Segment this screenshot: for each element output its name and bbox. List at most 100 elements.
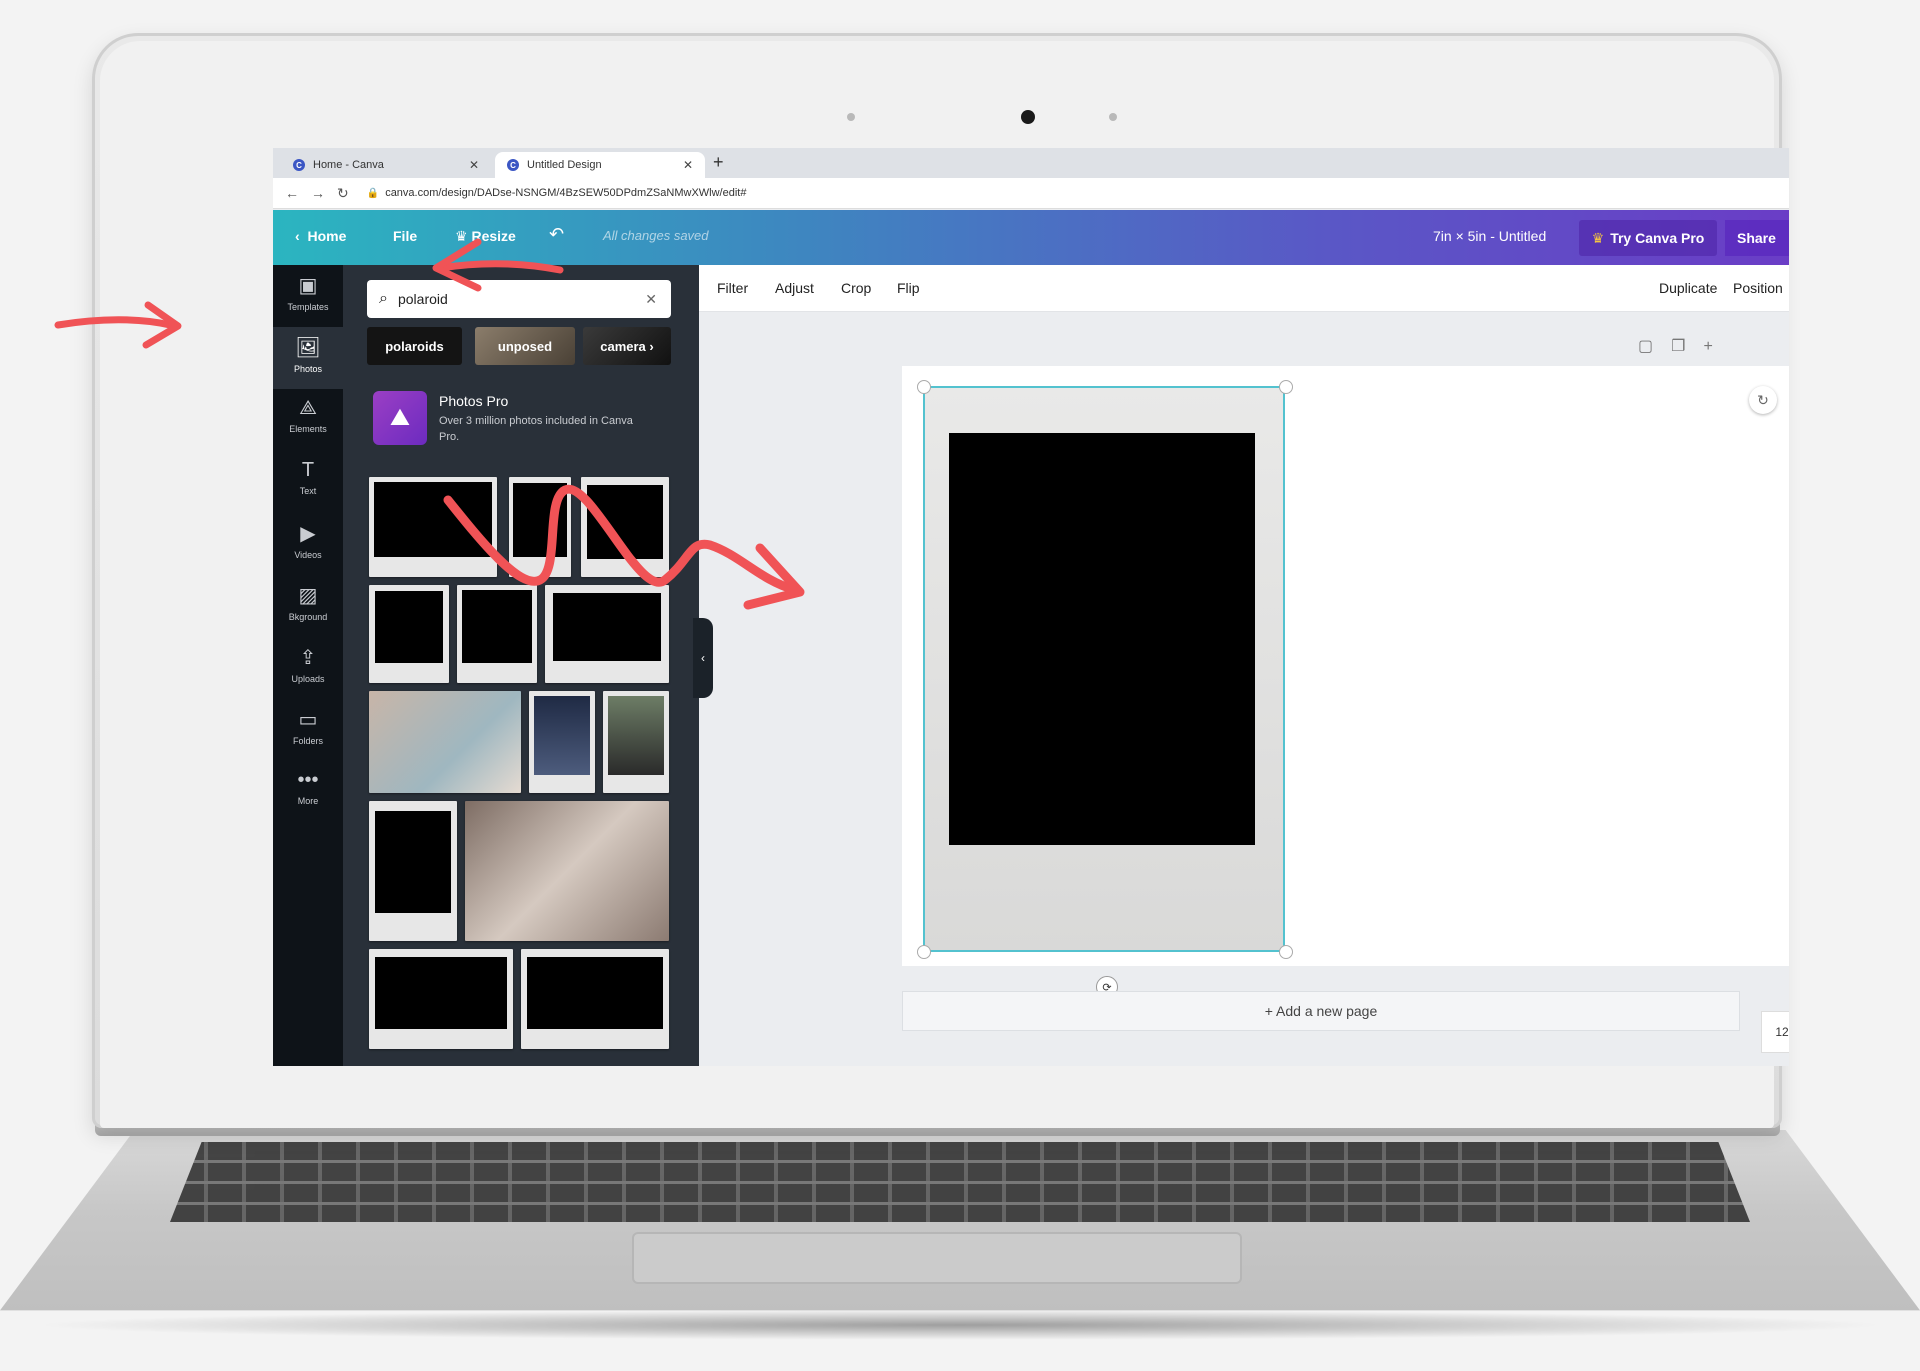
upload-icon: ⇪ — [299, 647, 317, 669]
rail-label: More — [297, 796, 319, 806]
design-dimensions-title[interactable]: 7in × 5in - Untitled — [1433, 228, 1546, 244]
image-icon: ⛰ — [373, 391, 427, 445]
close-tab-icon[interactable]: ✕ — [469, 158, 479, 172]
flip-button[interactable]: Flip — [897, 280, 920, 296]
search-value[interactable]: polaroid — [398, 291, 448, 307]
chip-camera[interactable]: camera › — [583, 327, 671, 365]
browser-nav-icons[interactable]: ←→↻ — [285, 185, 361, 202]
canva-favicon-icon: C — [507, 159, 519, 171]
laptop-keyboard — [170, 1142, 1750, 1222]
webcam-icon — [1021, 110, 1035, 124]
background-icon: ▨ — [298, 585, 318, 607]
url-text[interactable]: canva.com/design/DADse-NSNGM/4BzSEW50DPd… — [385, 187, 746, 199]
folder-icon: ▭ — [298, 709, 318, 731]
polaroid-photo-area — [949, 433, 1255, 845]
rail-item-uploads[interactable]: ⇪ Uploads — [273, 637, 343, 699]
rail-label: Elements — [289, 424, 327, 434]
photos-pro-promo[interactable]: ⛰ Photos Pro Over 3 million photos inclu… — [373, 391, 669, 451]
address-bar[interactable]: ←→↻ 🔒 canva.com/design/DADse-NSNGM/4BzSE… — [273, 178, 1789, 209]
rail-item-templates[interactable]: ▣ Templates — [273, 265, 343, 327]
new-tab-icon[interactable]: + — [713, 152, 724, 173]
polaroid-frame-element[interactable] — [923, 386, 1285, 952]
tab-label: Untitled Design — [527, 159, 602, 171]
photo-result[interactable] — [603, 691, 669, 793]
browser-tab-home[interactable]: C Home - Canva ✕ — [281, 152, 491, 178]
rail-label: Bkground — [288, 612, 328, 622]
photo-result[interactable] — [509, 477, 571, 577]
add-new-page-button[interactable]: + Add a new page — [902, 991, 1740, 1031]
photo-result[interactable] — [369, 477, 497, 577]
adjust-button[interactable]: Adjust — [775, 280, 814, 296]
collapse-panel-handle[interactable]: ‹ — [693, 618, 713, 698]
chip-unposed[interactable]: unposed — [475, 327, 575, 365]
elements-icon: ⟁ — [299, 397, 317, 419]
rail-item-elements[interactable]: ⟁ Elements — [273, 389, 343, 451]
photo-search-input[interactable]: ⌕ polaroid ✕ — [367, 280, 671, 318]
rail-item-videos[interactable]: ▶ Videos — [273, 513, 343, 575]
photo-result[interactable] — [465, 801, 669, 941]
rail-label: Videos — [294, 550, 322, 560]
try-canva-pro-button[interactable]: ♛ Try Canva Pro — [1579, 220, 1717, 256]
crown-icon: ♛ — [1591, 229, 1605, 246]
laptop-lid: C Home - Canva ✕ C Untitled Design ✕ + ←… — [92, 33, 1789, 1128]
photo-result[interactable] — [369, 585, 449, 683]
photo-result[interactable] — [457, 585, 537, 683]
resize-handle[interactable] — [1279, 945, 1293, 959]
resize-handle[interactable] — [917, 380, 931, 394]
photo-result[interactable] — [521, 949, 669, 1049]
photo-result[interactable] — [369, 801, 457, 941]
editor-topbar: ‹ Home File ♛ Resize ↶ All changes saved… — [273, 210, 1789, 265]
share-button[interactable]: Share — [1725, 220, 1789, 256]
chip-label: camera — [600, 338, 646, 354]
photos-icon: 🖼 — [295, 337, 321, 359]
home-label: Home — [307, 228, 347, 244]
save-status: All changes saved — [603, 228, 709, 243]
zoom-level[interactable]: 12 — [1761, 1011, 1789, 1053]
resize-button[interactable]: ♛ Resize — [455, 228, 516, 245]
rail-label: Folders — [292, 736, 323, 746]
refresh-icon[interactable]: ↻ — [1749, 386, 1777, 414]
resize-handle[interactable] — [1279, 380, 1293, 394]
close-tab-icon[interactable]: ✕ — [683, 158, 693, 172]
photo-result[interactable] — [369, 949, 513, 1049]
rail-item-background[interactable]: ▨ Bkground — [273, 575, 343, 637]
page-actions[interactable]: ▢❐+ — [1638, 336, 1731, 356]
more-icon: ••• — [297, 769, 319, 791]
resize-label: Resize — [471, 228, 516, 244]
resize-handle[interactable] — [917, 945, 931, 959]
rail-label: Text — [299, 486, 317, 496]
filter-button[interactable]: Filter — [717, 280, 748, 296]
tab-label: Home - Canva — [313, 159, 384, 171]
templates-icon: ▣ — [298, 275, 318, 297]
suggestion-chips: polaroids unposed camera › — [367, 327, 671, 365]
lock-icon: 🔒 — [366, 187, 380, 199]
rail-item-text[interactable]: T Text — [273, 451, 343, 513]
sensor-dot — [1109, 113, 1117, 121]
laptop-shadow — [30, 1310, 1890, 1340]
clear-search-icon[interactable]: ✕ — [645, 291, 657, 308]
home-button[interactable]: ‹ Home — [295, 228, 346, 244]
crop-button[interactable]: Crop — [841, 280, 871, 296]
browser-tabbar: C Home - Canva ✕ C Untitled Design ✕ + — [273, 148, 1789, 178]
chip-polaroids[interactable]: polaroids — [367, 327, 462, 365]
position-button[interactable]: Position — [1733, 280, 1783, 296]
canva-favicon-icon: C — [293, 159, 305, 171]
file-menu-button[interactable]: File — [393, 228, 417, 244]
undo-icon[interactable]: ↶ — [549, 224, 564, 245]
photo-result[interactable] — [581, 477, 669, 577]
rail-label: Uploads — [291, 674, 325, 684]
photo-result[interactable] — [545, 585, 669, 683]
sensor-dot — [847, 113, 855, 121]
image-toolbar: Filter Adjust Crop Flip Duplicate Positi… — [699, 265, 1789, 312]
rail-item-folders[interactable]: ▭ Folders — [273, 699, 343, 761]
rail-item-more[interactable]: ••• More — [273, 761, 343, 823]
search-icon: ⌕ — [379, 290, 388, 307]
text-icon: T — [301, 459, 315, 481]
photo-result[interactable] — [529, 691, 595, 793]
try-pro-label: Try Canva Pro — [1610, 230, 1705, 246]
browser-tab-untitled-design[interactable]: C Untitled Design ✕ — [495, 152, 705, 178]
promo-description: Over 3 million photos included in Canva … — [439, 415, 633, 443]
rail-item-photos[interactable]: 🖼 Photos — [273, 327, 343, 389]
duplicate-button[interactable]: Duplicate — [1659, 280, 1717, 296]
photo-result[interactable] — [369, 691, 521, 793]
